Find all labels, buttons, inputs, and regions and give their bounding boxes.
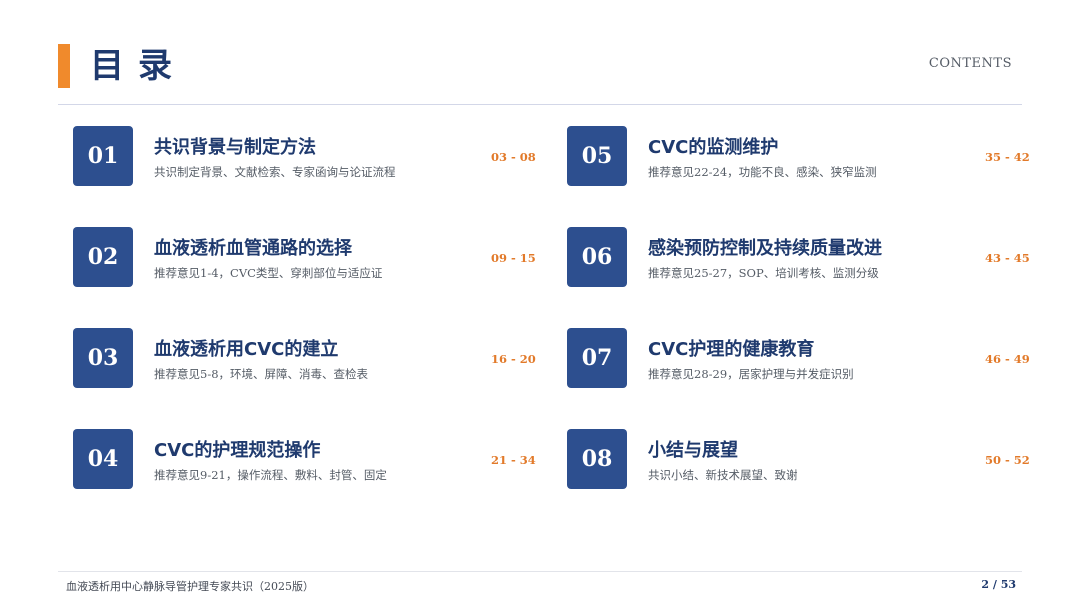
- section-number-badge: 04: [73, 429, 133, 489]
- section-description: 推荐意见5-8，环境、屏障、消毒、查检表: [154, 367, 369, 381]
- toc-item-05[interactable]: 05 CVC的监测维护 推荐意见22-24，功能不良、感染、狭窄监测 35 - …: [567, 126, 1030, 190]
- section-title: 血液透析用CVC的建立: [154, 339, 339, 360]
- section-page-range: 03 - 08: [491, 150, 536, 164]
- toc-item-04[interactable]: 04 CVC的护理规范操作 推荐意见9-21，操作流程、敷料、封管、固定 21 …: [73, 429, 536, 493]
- section-title: 感染预防控制及持续质量改进: [648, 238, 882, 259]
- section-number-badge: 01: [73, 126, 133, 186]
- section-title: CVC的监测维护: [648, 137, 779, 158]
- toc-item-03[interactable]: 03 血液透析用CVC的建立 推荐意见5-8，环境、屏障、消毒、查检表 16 -…: [73, 328, 536, 392]
- toc-item-01[interactable]: 01 共识背景与制定方法 共识制定背景、文献检索、专家函询与论证流程 03 - …: [73, 126, 536, 190]
- section-title: 小结与展望: [648, 440, 738, 461]
- section-number-badge: 05: [567, 126, 627, 186]
- footer-page-number: 2 / 53: [981, 578, 1016, 591]
- section-number-badge: 02: [73, 227, 133, 287]
- section-description: 共识小结、新技术展望、致谢: [648, 468, 798, 482]
- page-title: 目录: [90, 46, 186, 86]
- section-title: 血液透析血管通路的选择: [154, 238, 352, 259]
- section-description: 推荐意见1-4，CVC类型、穿刺部位与适应证: [154, 266, 383, 280]
- section-page-range: 35 - 42: [985, 150, 1030, 164]
- title-accent-bar: [58, 44, 70, 88]
- section-description: 共识制定背景、文献检索、专家函询与论证流程: [154, 165, 396, 179]
- section-page-range: 16 - 20: [491, 352, 536, 366]
- section-description: 推荐意见22-24，功能不良、感染、狭窄监测: [648, 165, 877, 179]
- section-page-range: 50 - 52: [985, 453, 1030, 467]
- toc-item-02[interactable]: 02 血液透析血管通路的选择 推荐意见1-4，CVC类型、穿刺部位与适应证 09…: [73, 227, 536, 291]
- header-divider: [58, 104, 1022, 105]
- section-number-badge: 07: [567, 328, 627, 388]
- contents-label: CONTENTS: [928, 56, 1012, 71]
- footer-divider: [58, 571, 1022, 572]
- section-number-badge: 03: [73, 328, 133, 388]
- toc-item-07[interactable]: 07 CVC护理的健康教育 推荐意见28-29，居家护理与并发症识别 46 - …: [567, 328, 1030, 392]
- toc-item-08[interactable]: 08 小结与展望 共识小结、新技术展望、致谢 50 - 52: [567, 429, 1030, 493]
- section-page-range: 21 - 34: [491, 453, 536, 467]
- section-page-range: 09 - 15: [491, 251, 536, 265]
- section-description: 推荐意见9-21，操作流程、敷料、封管、固定: [154, 468, 387, 482]
- section-title: CVC护理的健康教育: [648, 339, 815, 360]
- section-page-range: 43 - 45: [985, 251, 1030, 265]
- section-number-badge: 08: [567, 429, 627, 489]
- section-description: 推荐意见25-27，SOP、培训考核、监测分级: [648, 266, 879, 280]
- section-number-badge: 06: [567, 227, 627, 287]
- section-description: 推荐意见28-29，居家护理与并发症识别: [648, 367, 854, 381]
- toc-item-06[interactable]: 06 感染预防控制及持续质量改进 推荐意见25-27，SOP、培训考核、监测分级…: [567, 227, 1030, 291]
- section-page-range: 46 - 49: [985, 352, 1030, 366]
- section-title: 共识背景与制定方法: [154, 137, 316, 158]
- section-title: CVC的护理规范操作: [154, 440, 321, 461]
- footer-document-title: 血液透析用中心静脉导管护理专家共识（2025版）: [66, 580, 314, 593]
